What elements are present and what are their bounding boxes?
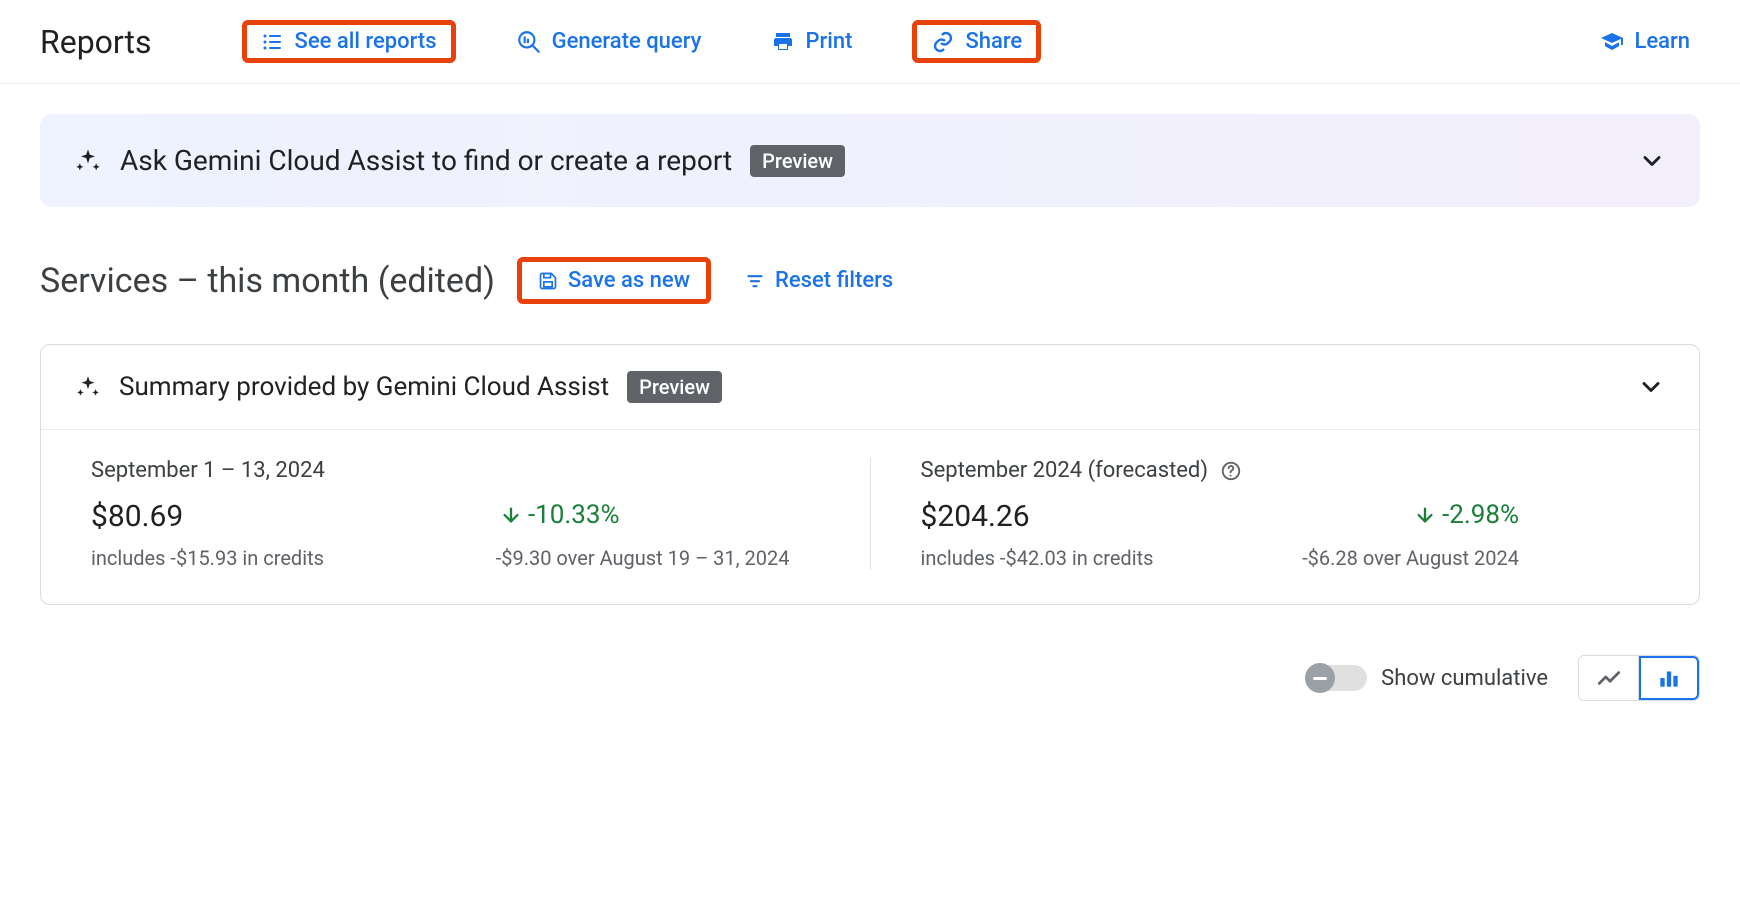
- save-as-new-label: Save as new: [568, 268, 690, 293]
- preview-badge: Preview: [627, 371, 722, 403]
- line-chart-button[interactable]: [1579, 656, 1639, 700]
- amount-value: $204.26: [921, 499, 1030, 534]
- summary-card: Summary provided by Gemini Cloud Assist …: [40, 344, 1700, 605]
- generate-query-button[interactable]: Generate query: [506, 23, 712, 61]
- amount-value: $80.69: [91, 499, 183, 534]
- see-all-reports-label: See all reports: [295, 29, 437, 54]
- delta-percent: -10.33%: [528, 500, 620, 530]
- learn-button[interactable]: Learn: [1590, 23, 1700, 60]
- generate-query-label: Generate query: [552, 29, 702, 54]
- preview-badge: Preview: [750, 145, 845, 177]
- comparison-text: -$6.28 over August 2024: [1302, 546, 1519, 570]
- comparison-text: -$9.30 over August 19 – 31, 2024: [496, 546, 790, 570]
- reset-filters-label: Reset filters: [775, 268, 893, 293]
- period-label: September 1 – 13, 2024: [91, 458, 325, 483]
- print-button[interactable]: Print: [761, 23, 862, 60]
- report-name: Services – this month (edited): [40, 261, 495, 301]
- arrow-down-icon: [1414, 504, 1436, 526]
- save-as-new-button[interactable]: Save as new: [517, 257, 711, 304]
- summary-title: Summary provided by Gemini Cloud Assist: [119, 372, 609, 402]
- reset-filters-button[interactable]: Reset filters: [733, 262, 905, 299]
- period-label: September 2024 (forecasted): [921, 458, 1209, 483]
- see-all-reports-button[interactable]: See all reports: [242, 20, 456, 63]
- learn-icon: [1600, 30, 1624, 54]
- summary-header[interactable]: Summary provided by Gemini Cloud Assist …: [41, 345, 1699, 430]
- credits-text: includes -$15.93 in credits: [91, 546, 324, 570]
- delta-percent: -2.98%: [1442, 500, 1519, 530]
- toolbar: Reports See all reports Generate query P…: [0, 0, 1740, 84]
- delta-down: -2.98%: [1414, 500, 1519, 530]
- sparkle-icon: [75, 374, 101, 400]
- arrow-down-icon: [500, 504, 522, 526]
- sparkle-icon: [74, 147, 102, 175]
- report-header: Services – this month (edited) Save as n…: [40, 257, 1700, 304]
- show-cumulative-toggle[interactable]: Show cumulative: [1307, 665, 1548, 691]
- query-magnifier-icon: [516, 29, 542, 55]
- toggle-switch-off[interactable]: [1307, 665, 1367, 691]
- share-label: Share: [965, 29, 1022, 54]
- show-cumulative-label: Show cumulative: [1381, 666, 1548, 691]
- footer-controls: Show cumulative: [0, 625, 1740, 711]
- gemini-banner-title: Ask Gemini Cloud Assist to find or creat…: [120, 144, 732, 177]
- print-icon: [771, 30, 795, 54]
- chevron-down-icon[interactable]: [1637, 373, 1665, 401]
- credits-text: includes -$42.03 in credits: [921, 546, 1154, 570]
- delta-down: -10.33%: [500, 500, 620, 530]
- summary-forecast-period: September 2024 (forecasted) $204.26 -2.9…: [871, 430, 1700, 604]
- filter-icon: [745, 271, 765, 291]
- chart-type-toggle: [1578, 655, 1700, 701]
- print-label: Print: [805, 29, 852, 54]
- page-title: Reports: [40, 23, 152, 61]
- link-icon: [931, 30, 955, 54]
- bar-chart-button[interactable]: [1639, 656, 1699, 700]
- learn-label: Learn: [1634, 29, 1690, 54]
- list-icon: [261, 30, 285, 54]
- help-icon[interactable]: [1220, 460, 1242, 482]
- save-icon: [538, 271, 558, 291]
- chevron-down-icon[interactable]: [1638, 147, 1666, 175]
- gemini-assist-banner[interactable]: Ask Gemini Cloud Assist to find or creat…: [40, 114, 1700, 207]
- summary-current-period: September 1 – 13, 2024 $80.69 -10.33% in…: [41, 430, 870, 604]
- share-button[interactable]: Share: [912, 20, 1041, 63]
